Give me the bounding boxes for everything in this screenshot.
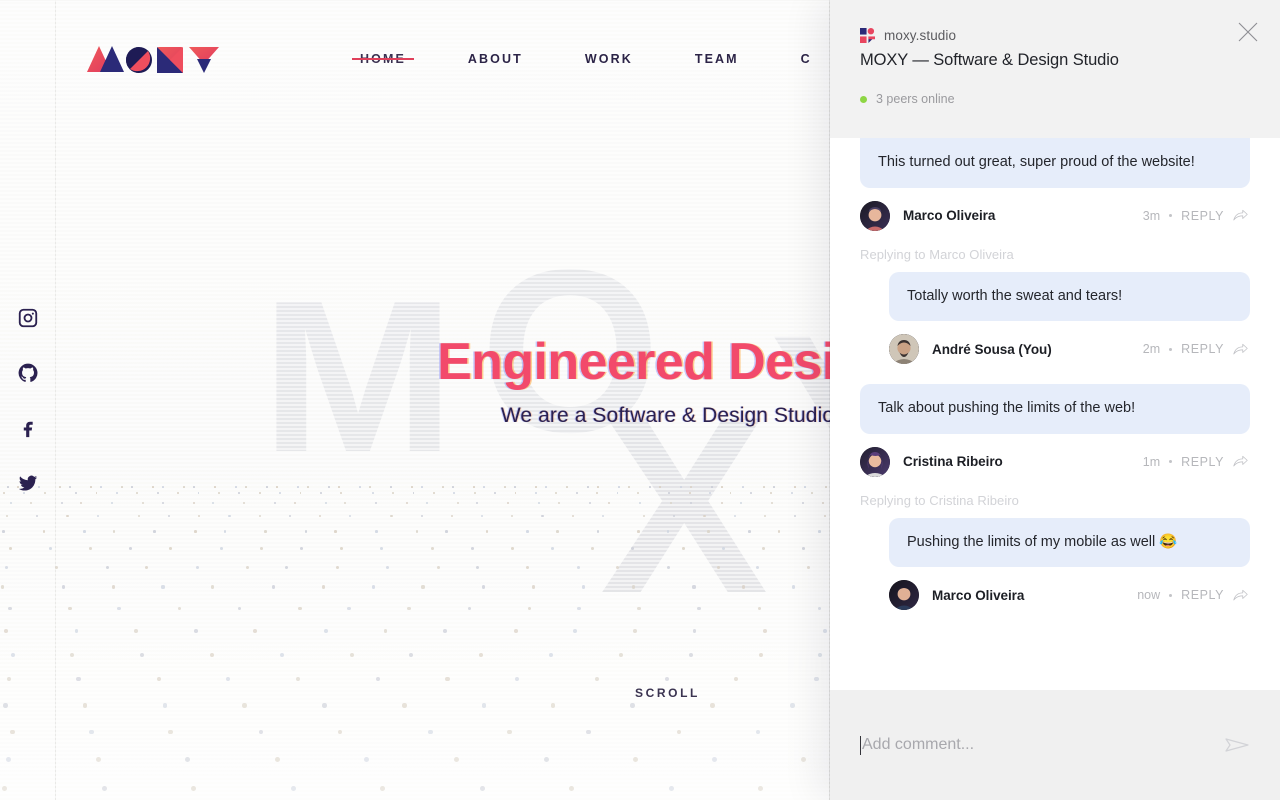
message-meta: Marco Oliveira 3m REPLY [860,200,1250,231]
reply-button[interactable]: REPLY [1181,342,1224,356]
message-bubble: Talk about pushing the limits of the web… [860,384,1250,434]
message-timestamp: 3m [1142,208,1161,223]
avatar [889,334,919,365]
message-bubble: Pushing the limits of my mobile as well … [889,517,1250,568]
peers-online-label: 3 peers online [876,92,955,106]
message-actions: now REPLY [1137,588,1248,603]
message-actions: 1m REPLY [1143,454,1248,469]
close-icon[interactable] [1236,20,1260,44]
message-author: André Sousa (You) [932,341,1052,357]
panel-header: moxy.studio MOXY — Software & Design Stu… [830,0,1280,138]
separator-dot [1169,214,1173,218]
message-meta: Cristina Ribeiro 1m REPLY [860,446,1250,477]
message-author: Cristina Ribeiro [903,454,1003,470]
nav-item-work[interactable]: WORK [585,46,633,72]
separator-dot [1169,460,1173,464]
nav-item-contact[interactable]: C [801,46,812,72]
comment-input[interactable] [862,736,1214,754]
avatar [889,580,919,611]
panel-site-name: moxy.studio [884,28,957,43]
share-icon[interactable] [1233,208,1248,223]
messages-list[interactable]: This turned out great, super proud of th… [830,138,1280,690]
comment-composer [860,732,1250,758]
site-nav: HOME ABOUT WORK TEAM C [360,46,812,72]
reply-context-label: Replying to Cristina Ribeiro [860,492,1019,508]
message-item: Replying to Marco Oliveira Totally worth… [860,247,1250,365]
message-timestamp: 2m [1142,342,1161,357]
separator-dot [1169,347,1173,351]
moxy-logo[interactable] [85,40,225,78]
github-icon[interactable] [17,362,39,384]
message-author: Marco Oliveira [932,587,1025,603]
comments-panel: moxy.studio MOXY — Software & Design Stu… [830,0,1280,800]
panel-footer [830,690,1280,800]
facebook-icon[interactable] [17,417,39,439]
avatar [860,200,890,231]
message-meta: Marco Oliveira now REPLY [889,580,1250,611]
nav-item-about[interactable]: ABOUT [468,46,523,72]
reply-button[interactable]: REPLY [1181,209,1224,223]
message-item: Talk about pushing the limits of the web… [860,384,1250,477]
instagram-icon[interactable] [17,307,39,329]
peers-online-row: 3 peers online [860,92,1250,106]
panel-page-title: MOXY — Software & Design Studio [860,51,1119,69]
panel-site-row: moxy.studio [860,28,1250,43]
online-status-dot [860,95,867,103]
watermark-letter-m: M [260,255,456,497]
reply-block: Totally worth the sweat and tears! André… [889,271,1250,365]
share-icon[interactable] [1233,454,1248,469]
reply-context-label: Replying to Marco Oliveira [860,246,1014,262]
reply-button[interactable]: REPLY [1181,588,1224,602]
share-icon[interactable] [1233,588,1248,603]
message-author: Marco Oliveira [903,208,996,224]
message-timestamp: 1m [1142,454,1161,469]
reply-block: Pushing the limits of my mobile as well … [889,517,1250,611]
message-bubble: Totally worth the sweat and tears! [889,271,1250,322]
nav-item-home[interactable]: HOME [360,46,406,72]
message-timestamp: now [1137,588,1161,603]
share-icon[interactable] [1233,342,1248,357]
nav-item-team[interactable]: TEAM [695,46,739,72]
message-item: This turned out great, super proud of th… [860,138,1250,231]
text-cursor [860,735,861,755]
moxy-favicon-icon [860,28,875,43]
avatar [860,446,890,477]
message-bubble: This turned out great, super proud of th… [860,138,1250,188]
separator-dot [1169,593,1173,597]
message-actions: 3m REPLY [1143,208,1248,223]
message-item: Replying to Cristina Ribeiro Pushing the… [860,493,1250,611]
reply-button[interactable]: REPLY [1181,455,1224,469]
message-actions: 2m REPLY [1143,342,1248,357]
message-meta: André Sousa (You) 2m REPLY [889,334,1250,365]
send-icon[interactable] [1224,732,1250,758]
